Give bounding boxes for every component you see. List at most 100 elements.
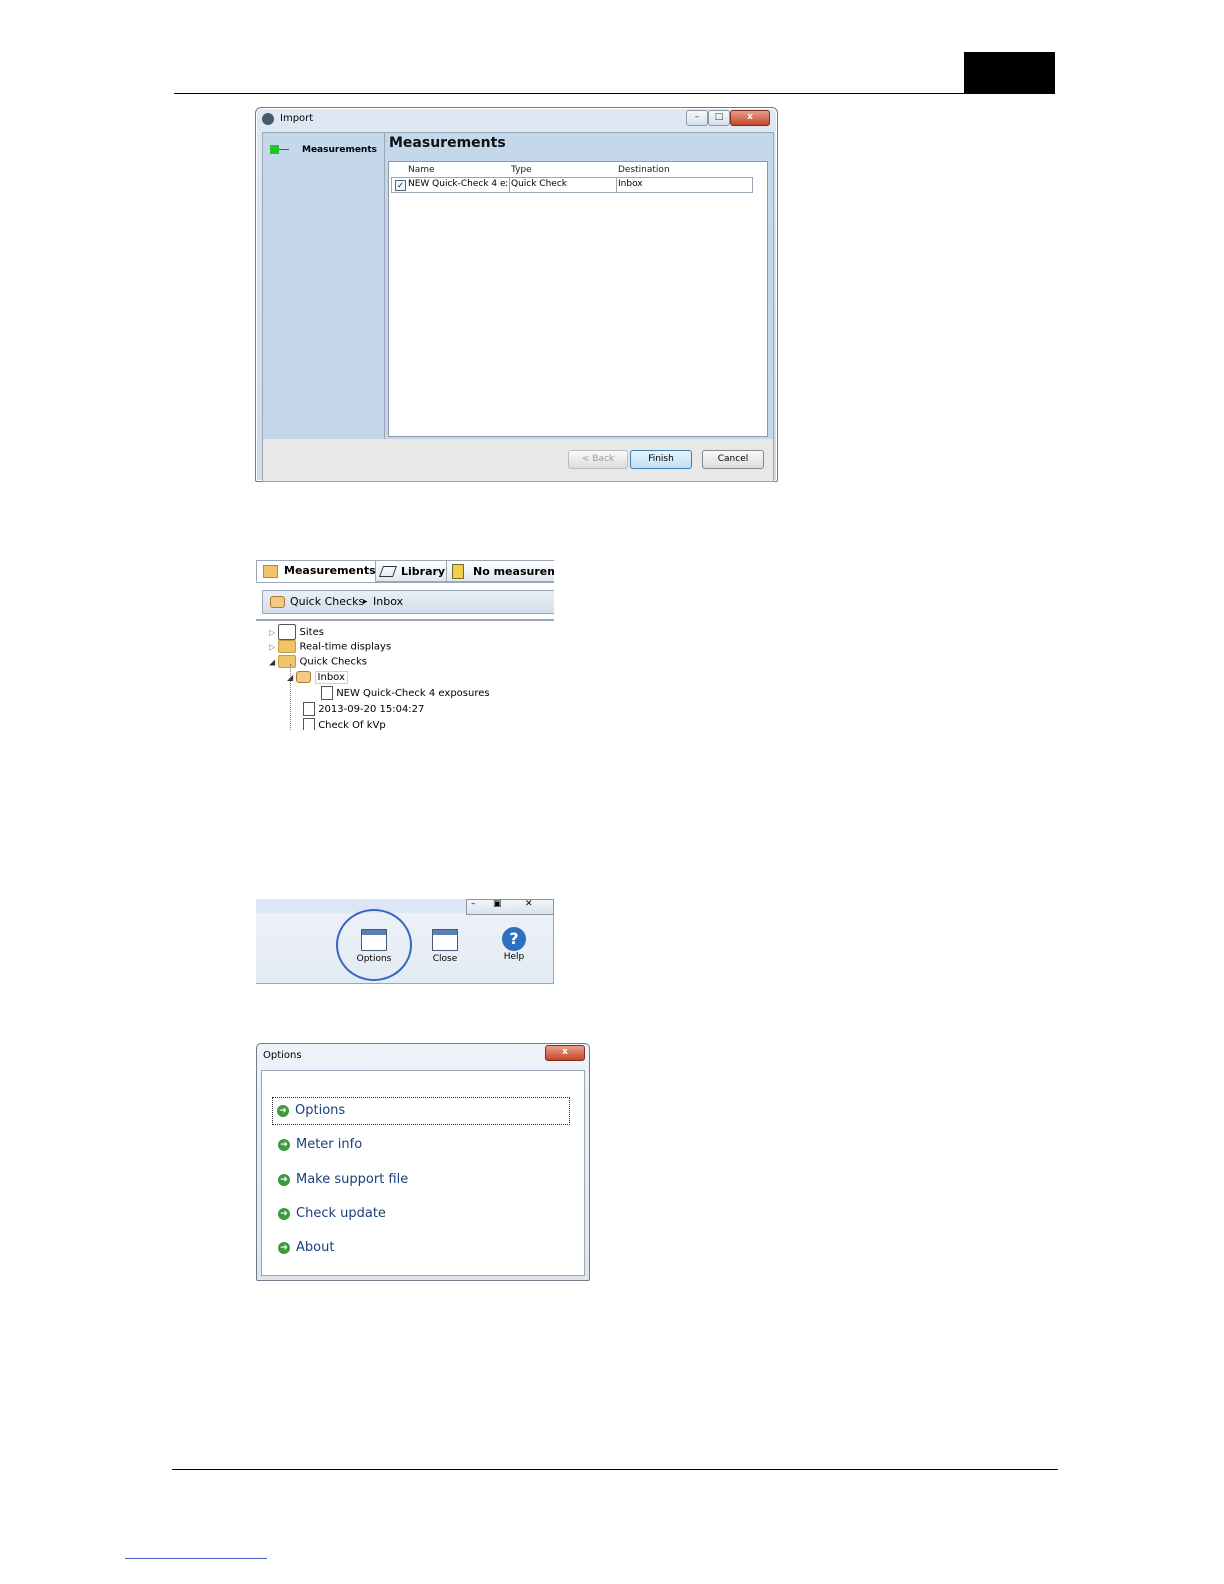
close-window-button[interactable]: ✕ bbox=[525, 899, 533, 909]
header-rule bbox=[174, 93, 1054, 94]
arrow-right-icon: ➔ bbox=[278, 1173, 290, 1186]
tree-label: Check Of kVp bbox=[318, 720, 386, 730]
expand-icon[interactable]: ▷ bbox=[269, 628, 275, 637]
minimize-button[interactable]: – bbox=[471, 899, 476, 909]
tab-label: No measureme bbox=[473, 565, 554, 578]
tree-item-sites[interactable]: ▷ Sites bbox=[269, 624, 324, 640]
close-document-icon bbox=[432, 929, 458, 951]
help-icon: ? bbox=[502, 927, 526, 951]
tab-library[interactable]: Library bbox=[375, 560, 447, 582]
tab-label: Library bbox=[401, 565, 446, 578]
tree-item-quick-checks[interactable]: ◢ Quick Checks bbox=[269, 655, 367, 668]
page-heading: Measurements bbox=[389, 135, 506, 151]
tree-label: 2013-09-20 15:04:27 bbox=[318, 704, 425, 715]
column-divider bbox=[616, 178, 617, 192]
measurements-navigator: Measurements Library No measureme Quick … bbox=[256, 558, 554, 730]
toolbar-label: Close bbox=[432, 954, 458, 964]
tree-item-check-of-kvp[interactable]: Check Of kVp bbox=[303, 718, 386, 730]
tab-label: Measurements bbox=[284, 564, 376, 577]
options-item-make-support-file[interactable]: ➔ Make support file bbox=[274, 1167, 570, 1193]
window-buttons bbox=[466, 899, 554, 915]
options-icon bbox=[361, 929, 387, 951]
item-label: Make support file bbox=[296, 1172, 409, 1187]
app-icon bbox=[262, 113, 274, 125]
finish-button[interactable]: Finish bbox=[630, 450, 692, 469]
footer-rule bbox=[172, 1469, 1058, 1470]
tree-label: Real-time displays bbox=[299, 641, 392, 653]
item-label: Check update bbox=[296, 1206, 386, 1221]
import-dialog: Import – □ x Measurements Measurements N… bbox=[255, 107, 778, 482]
toolbar-label: Options bbox=[356, 954, 392, 964]
expand-icon[interactable]: ▷ bbox=[269, 643, 275, 652]
tab-measurements[interactable]: Measurements bbox=[256, 560, 376, 582]
folder-icon bbox=[278, 640, 297, 653]
tab-divider bbox=[256, 582, 554, 583]
item-label: Options bbox=[295, 1103, 346, 1118]
column-divider bbox=[509, 178, 510, 192]
arrow-right-icon: ➔ bbox=[278, 1241, 290, 1254]
document-icon bbox=[303, 718, 315, 730]
inbox-icon bbox=[270, 596, 285, 608]
options-item-options[interactable]: ➔ Options bbox=[272, 1097, 570, 1125]
cell-name: NEW Quick-Check 4 expc bbox=[408, 179, 507, 189]
breadcrumb: Quick Checks ▸ Inbox bbox=[262, 590, 554, 614]
close-button[interactable]: x bbox=[730, 110, 770, 126]
options-item-meter-info[interactable]: ➔ Meter info bbox=[274, 1132, 570, 1158]
item-label: About bbox=[296, 1240, 335, 1255]
wizard-step-measurements[interactable]: Measurements bbox=[302, 145, 377, 155]
restore-button[interactable]: ▣ bbox=[493, 899, 502, 909]
document-icon bbox=[303, 702, 315, 716]
document-icon bbox=[321, 686, 333, 700]
page-number-box bbox=[964, 52, 1055, 94]
arrow-right-icon: ➔ bbox=[278, 1138, 290, 1151]
options-toolbar-button[interactable]: Options bbox=[349, 929, 399, 964]
library-tab-icon bbox=[378, 566, 398, 577]
cell-type: Quick Check bbox=[511, 179, 567, 189]
tree-label: Inbox bbox=[314, 671, 348, 684]
folder-icon bbox=[278, 655, 297, 668]
options-dialog: Options x ➔ Options ➔ Meter info ➔ Make sup… bbox=[256, 1043, 590, 1281]
options-list: ➔ Options ➔ Meter info ➔ Make support file … bbox=[261, 1070, 585, 1276]
help-toolbar-button[interactable]: ? Help bbox=[489, 927, 539, 962]
back-button[interactable]: < Back bbox=[568, 450, 628, 469]
dialog-body: Measurements Measurements Name Type Dest… bbox=[262, 132, 774, 482]
measurements-table: Name Type Destination ✓ NEW Quick-Check … bbox=[388, 161, 768, 437]
step-active-icon bbox=[270, 145, 279, 154]
column-header-name[interactable]: Name bbox=[408, 165, 435, 175]
cancel-button[interactable]: Cancel bbox=[702, 450, 764, 469]
collapse-icon[interactable]: ◢ bbox=[269, 658, 275, 667]
table-row[interactable]: ✓ NEW Quick-Check 4 expc Quick Check Inb… bbox=[391, 177, 753, 193]
lightning-icon bbox=[452, 564, 464, 579]
step-connector bbox=[279, 149, 289, 150]
tree-divider bbox=[256, 619, 554, 621]
cell-destination: Inbox bbox=[618, 179, 643, 189]
tab-no-measurement[interactable]: No measureme bbox=[446, 560, 554, 582]
footer-link-underline bbox=[125, 1558, 267, 1559]
arrow-right-icon: ➔ bbox=[277, 1104, 289, 1117]
minimize-button[interactable]: – bbox=[686, 110, 708, 126]
options-item-check-update[interactable]: ➔ Check update bbox=[274, 1201, 570, 1227]
column-header-destination[interactable]: Destination bbox=[618, 165, 670, 175]
tree-item-real-time-displays[interactable]: ▷ Real-time displays bbox=[269, 640, 391, 653]
close-toolbar-button[interactable]: Close bbox=[420, 929, 470, 964]
breadcrumb-inbox[interactable]: Inbox bbox=[373, 591, 403, 613]
measurements-tab-icon bbox=[263, 565, 278, 578]
arrow-right-icon: ➔ bbox=[278, 1207, 290, 1220]
row-checkbox[interactable]: ✓ bbox=[395, 180, 406, 191]
tree-item-new-quick-check[interactable]: NEW Quick-Check 4 exposures bbox=[321, 686, 490, 700]
close-button[interactable]: x bbox=[545, 1045, 585, 1061]
options-item-about[interactable]: ➔ About bbox=[274, 1235, 570, 1261]
column-header-type[interactable]: Type bbox=[511, 165, 532, 175]
tree-item-2013-09-20[interactable]: 2013-09-20 15:04:27 bbox=[303, 702, 424, 716]
maximize-button[interactable]: □ bbox=[708, 110, 730, 126]
breadcrumb-separator: ▸ bbox=[363, 597, 368, 607]
breadcrumb-quick-checks[interactable]: Quick Checks bbox=[290, 591, 364, 613]
dialog-title: Options bbox=[263, 1050, 302, 1061]
toolbar-label: Help bbox=[503, 952, 525, 962]
wizard-steps: Measurements bbox=[263, 133, 385, 439]
main-toolbar: – ▣ ✕ Options Close ? Help bbox=[256, 899, 554, 984]
tree-item-inbox[interactable]: ◢ Inbox bbox=[287, 671, 348, 684]
tree-label: Sites bbox=[299, 627, 324, 638]
dialog-title: Import bbox=[280, 113, 314, 124]
tree-label: NEW Quick-Check 4 exposures bbox=[336, 688, 490, 699]
